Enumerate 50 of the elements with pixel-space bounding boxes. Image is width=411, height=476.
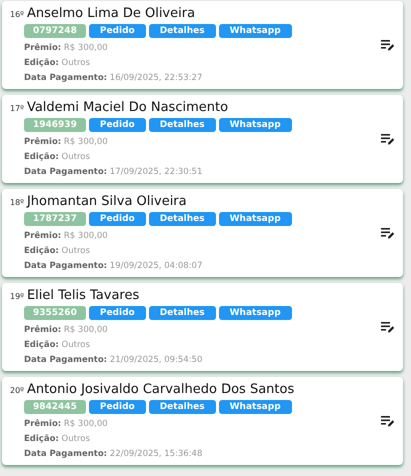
info-line: Prêmio: R$ 300,00 (24, 230, 109, 242)
info-line: Edição: Outros (24, 56, 91, 70)
edit-list-icon[interactable] (381, 414, 395, 426)
action-button[interactable]: Whatsapp (218, 400, 292, 414)
ticket-code: 9355260 (24, 306, 86, 320)
rank-label: 16º (10, 10, 24, 18)
ticket-code: 1946939 (24, 118, 86, 132)
action-button[interactable]: Detalhes (148, 24, 216, 38)
winner-name: Antonio Josivaldo Carvalhedo Dos Santos (26, 382, 294, 396)
ticket-code: 9842445 (24, 400, 86, 414)
info-line: Data Pagamento: 17/09/2025, 22:30:51 (24, 166, 204, 178)
action-button[interactable]: Whatsapp (218, 212, 292, 226)
info-line: Prêmio: R$ 300,00 (24, 324, 109, 336)
ticket-code: 1787237 (24, 212, 86, 226)
info-line: Data Pagamento: 21/09/2025, 09:54:50 (24, 354, 204, 366)
rank-label: 19º (10, 292, 24, 300)
winner-name: Eliel Telis Tavares (26, 288, 140, 302)
action-button[interactable]: Pedido (88, 212, 146, 226)
action-button[interactable]: Whatsapp (218, 24, 292, 38)
info-line: Edição: Outros (24, 244, 91, 258)
info-line: Prêmio: R$ 300,00 (24, 42, 109, 54)
action-button[interactable]: Pedido (88, 24, 146, 38)
edit-list-icon[interactable] (381, 226, 395, 238)
rank-label: 18º (10, 198, 24, 206)
action-button[interactable]: Detalhes (148, 212, 216, 226)
winner-name: Anselmo Lima De Oliveira (26, 6, 196, 20)
edit-list-icon[interactable] (381, 320, 395, 332)
info-line: Edição: Outros (24, 150, 91, 164)
winner-name: Valdemi Maciel Do Nascimento (26, 100, 228, 114)
info-line: Data Pagamento: 16/09/2025, 22:53:27 (24, 72, 204, 84)
rank-label: 17º (10, 104, 24, 112)
action-button[interactable]: Whatsapp (218, 118, 292, 132)
ticket-code: 0797248 (24, 24, 86, 38)
winner-name: Jhomantan Silva Oliveira (26, 194, 187, 208)
rank-label: 20º (10, 386, 24, 394)
action-button[interactable]: Pedido (88, 118, 146, 132)
action-button[interactable]: Detalhes (148, 306, 216, 320)
edit-list-icon[interactable] (381, 38, 395, 50)
info-line: Data Pagamento: 19/09/2025, 04:08:07 (24, 260, 204, 272)
action-button[interactable]: Pedido (88, 306, 146, 320)
action-button[interactable]: Detalhes (148, 118, 216, 132)
info-line: Edição: Outros (24, 338, 91, 352)
action-button[interactable]: Detalhes (148, 400, 216, 414)
action-button[interactable]: Whatsapp (218, 306, 292, 320)
edit-list-icon[interactable] (381, 132, 395, 144)
info-line: Prêmio: R$ 300,00 (24, 418, 109, 430)
info-line: Edição: Outros (24, 432, 91, 446)
info-line: Data Pagamento: 22/09/2025, 15:36:48 (24, 448, 204, 460)
info-line: Prêmio: R$ 300,00 (24, 136, 109, 148)
action-button[interactable]: Pedido (88, 400, 146, 414)
